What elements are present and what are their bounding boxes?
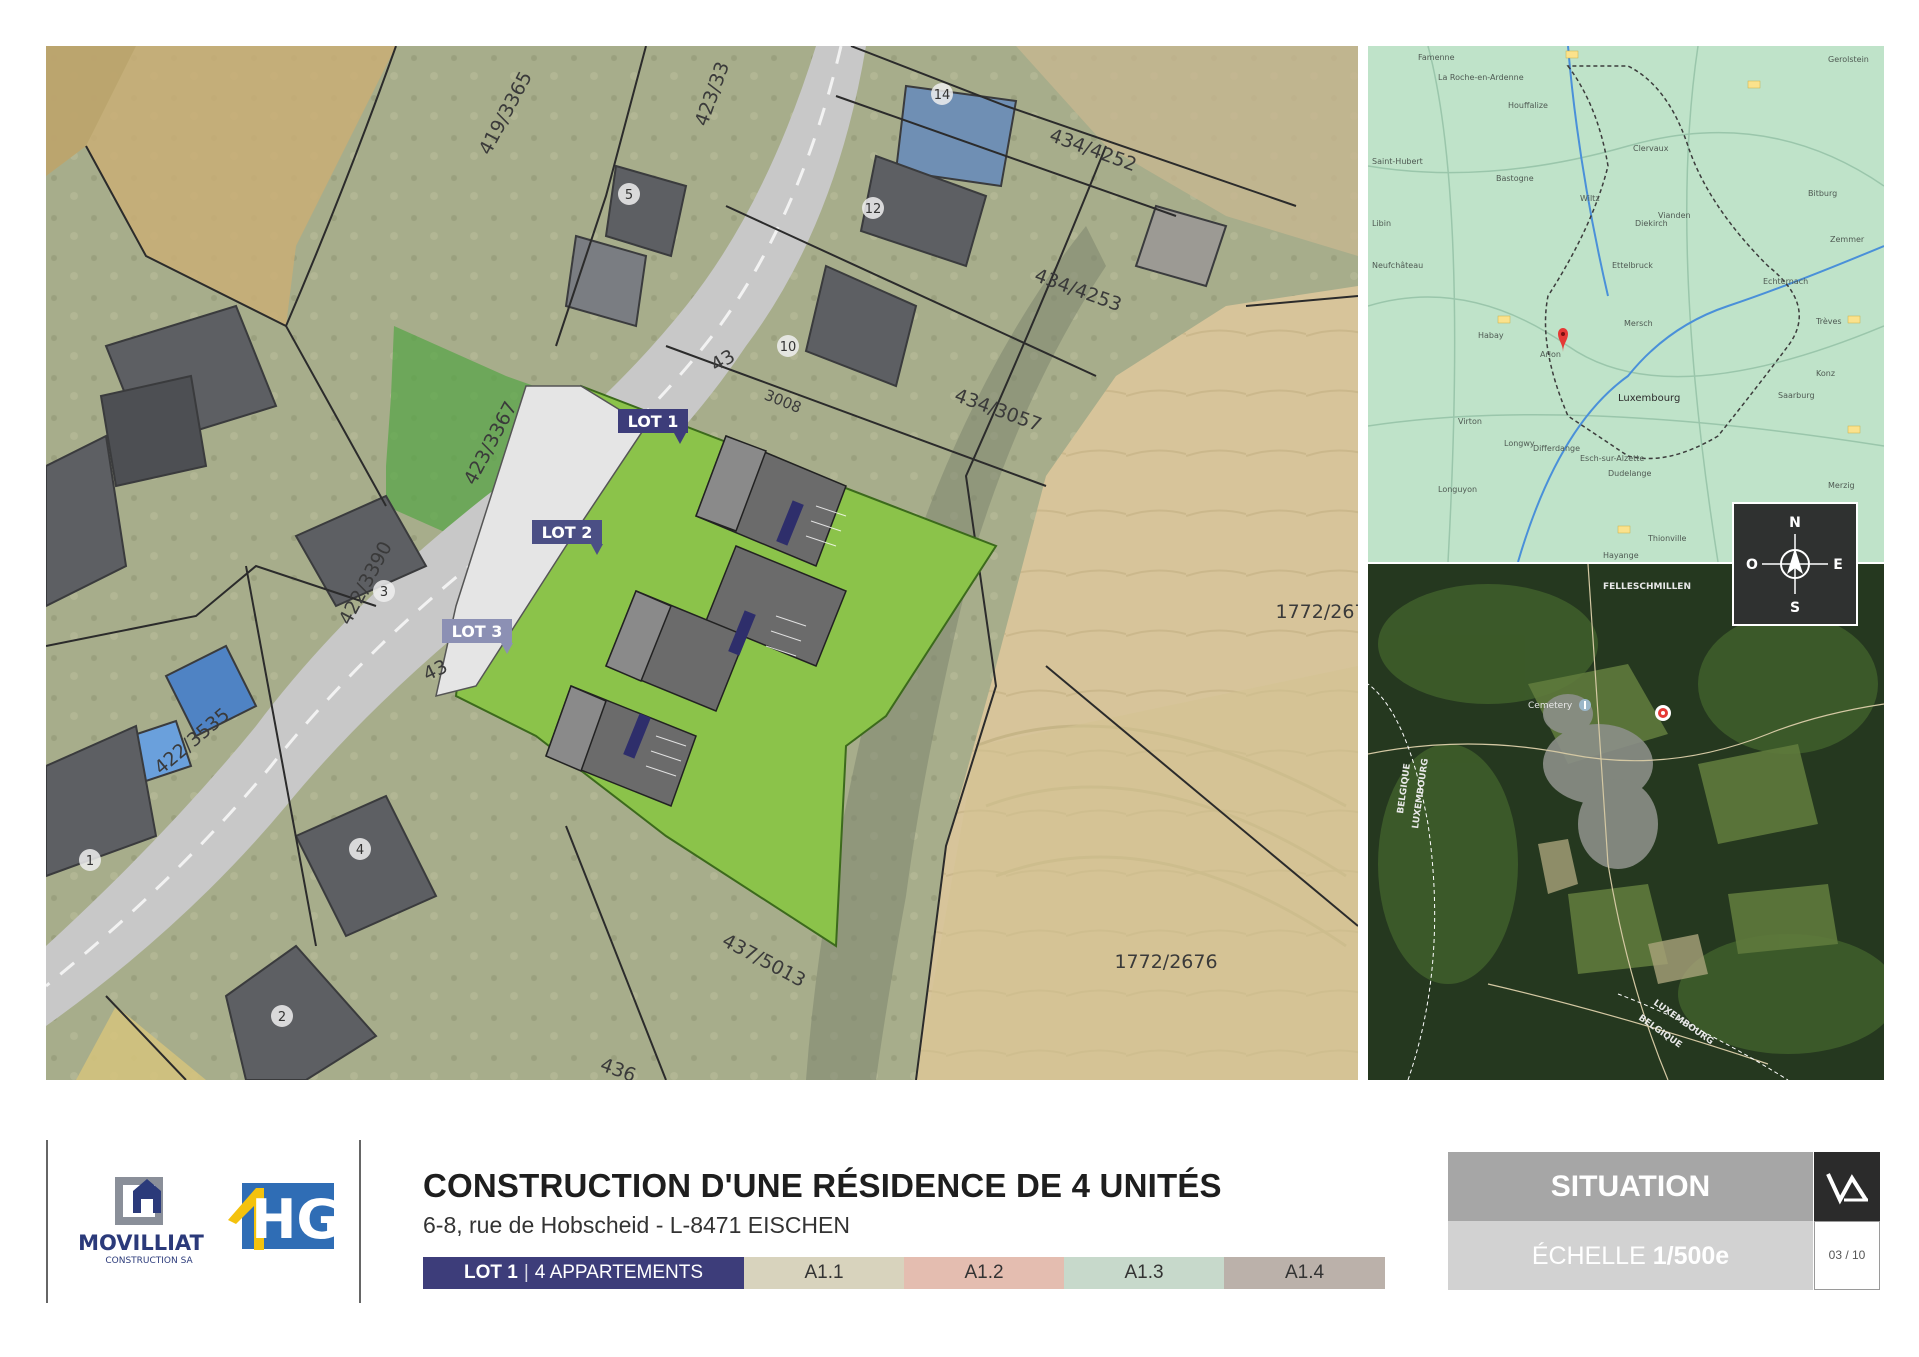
place-label: Luxembourg: [1618, 393, 1680, 404]
place-label: Libin: [1372, 219, 1391, 228]
village-label: FELLESCHMILLEN: [1603, 582, 1691, 592]
house-number: 5: [625, 188, 633, 203]
lot-legend-cell: LOT 1 | 4 APPARTEMENTS: [423, 1257, 744, 1289]
parcel-label: 1772/2676: [1114, 951, 1217, 973]
house-number: 10: [780, 340, 797, 355]
house-number: 2: [278, 1010, 286, 1025]
place-label: Saarburg: [1778, 391, 1815, 400]
cemetery-icon: [1579, 699, 1591, 711]
place-label: Arlon: [1540, 350, 1561, 359]
unit-legend-a1-3: A1.3: [1064, 1257, 1224, 1289]
place-label: Virton: [1458, 417, 1482, 426]
cadastral-site-plan-map: 14 5 12 10 3 4 1 2 419/3365 423/33 434/4…: [46, 46, 1358, 1080]
place-label: Longuyon: [1438, 485, 1477, 494]
svg-text:LOT 2: LOT 2: [542, 523, 593, 542]
compass-west-label: O: [1746, 557, 1758, 573]
parcel-label: 1772/267: [1275, 601, 1358, 623]
scale-value: 1/500e: [1652, 1242, 1730, 1270]
place-label: Zemmer: [1830, 235, 1865, 244]
place-label: Famenne: [1418, 53, 1455, 62]
place-label: Esch-sur-Alzette: [1580, 454, 1644, 463]
movilliat-name: MOVILLIAT: [78, 1231, 204, 1255]
cemetery-label: Cemetery: [1528, 701, 1573, 711]
movilliat-subtitle: CONSTRUCTION SA: [105, 1256, 193, 1266]
house-number: 14: [934, 88, 951, 103]
place-label: Clervaux: [1633, 144, 1669, 153]
svg-text:LOT 1: LOT 1: [628, 412, 679, 431]
place-label: Echternach: [1763, 277, 1808, 286]
location-pin-icon: [1655, 705, 1671, 721]
scale-prefix: ÉCHELLE: [1531, 1242, 1646, 1270]
place-label: Saint-Hubert: [1372, 157, 1423, 166]
place-label: Wiltz: [1580, 194, 1600, 203]
place-label: Konz: [1816, 369, 1835, 378]
sheet-scale: ÉCHELLE 1/500e: [1448, 1221, 1813, 1290]
place-label: Dudelange: [1608, 469, 1652, 478]
satellite-aerial-map: FELLESCHMILLEN Cemetery BELGIQUE LUXEMBO…: [1368, 564, 1884, 1080]
place-label: Bastogne: [1496, 174, 1534, 183]
place-label: Trèves: [1815, 316, 1842, 326]
unit-legend-a1-1: A1.1: [744, 1257, 904, 1289]
place-label: Merzig: [1828, 481, 1855, 490]
place-label: Hayange: [1603, 551, 1639, 560]
place-label: Gerolstein: [1828, 55, 1869, 64]
lot-legend-label: LOT 1: [463, 1262, 518, 1283]
sheet-name: SITUATION: [1448, 1152, 1813, 1221]
house-number: 4: [356, 843, 364, 858]
house-number: 1: [86, 854, 94, 869]
compass-south-label: S: [1790, 600, 1800, 616]
place-label: Longwy: [1504, 439, 1535, 448]
lot-legend-detail: 4 APPARTEMENTS: [534, 1262, 704, 1283]
page-number: 03 / 10: [1814, 1221, 1880, 1290]
regional-road-map: Famenne La Roche-en-Ardenne Houffalize S…: [1368, 46, 1884, 562]
unit-legend-label: A1.2: [964, 1262, 1004, 1283]
place-label: Ettelbruck: [1612, 261, 1653, 270]
footer-divider: [359, 1140, 361, 1303]
footer-divider: [46, 1140, 48, 1303]
project-address: 6-8, rue de Hobscheid - L-8471 EISCHEN: [423, 1212, 850, 1238]
compass-east-label: E: [1833, 557, 1843, 573]
place-label: Houffalize: [1508, 101, 1548, 110]
compass-north-label: N: [1789, 515, 1801, 531]
house-number: 12: [865, 202, 882, 217]
north-arrow-compass: N S E O: [1732, 502, 1858, 626]
place-label: Bitburg: [1808, 189, 1837, 198]
project-title: CONSTRUCTION D'UNE RÉSIDENCE DE 4 UNITÉS: [423, 1167, 1222, 1204]
place-label: Neufchâteau: [1372, 261, 1423, 270]
place-label: La Roche-en-Ardenne: [1438, 73, 1524, 82]
movilliat-logo: MOVILLIAT CONSTRUCTION SA: [77, 1175, 207, 1275]
unit-legend-label: A1.4: [1284, 1262, 1325, 1283]
hg-logo: HG: [228, 1180, 341, 1252]
place-label: Thionville: [1647, 534, 1687, 543]
unit-legend-label: A1.1: [804, 1262, 844, 1283]
unit-legend-a1-2: A1.2: [904, 1257, 1064, 1289]
svg-text:LOT 3: LOT 3: [452, 622, 503, 641]
hg-text: HG: [251, 1188, 338, 1251]
unit-legend-a1-4: A1.4: [1224, 1257, 1385, 1289]
place-label: Habay: [1478, 331, 1504, 340]
place-label: Mersch: [1624, 319, 1653, 328]
unit-legend-label: A1.3: [1124, 1262, 1164, 1283]
place-label: Differdange: [1533, 444, 1580, 453]
sheet-title-block: SITUATION ÉCHELLE 1/500e: [1448, 1152, 1813, 1290]
va-architect-logo: [1814, 1152, 1880, 1221]
house-number: 3: [380, 585, 388, 600]
place-label: Diekirch: [1635, 219, 1668, 228]
